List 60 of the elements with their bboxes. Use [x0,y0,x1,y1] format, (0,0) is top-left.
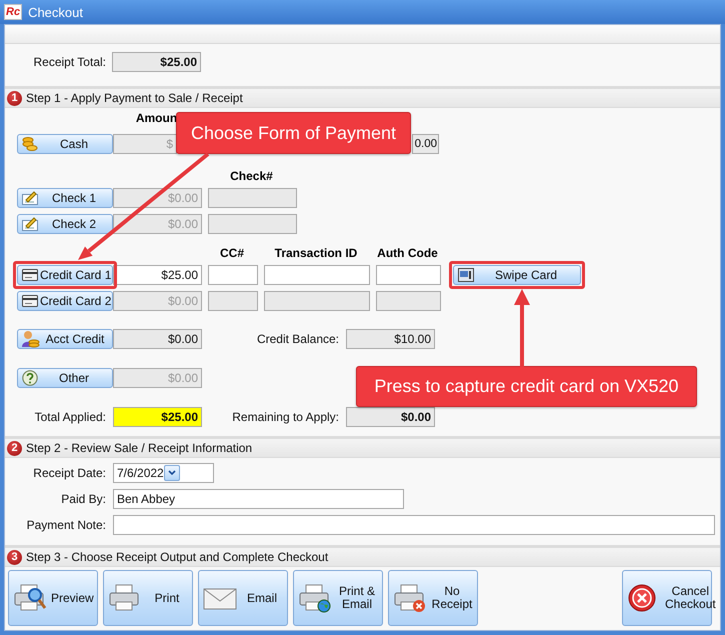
total-applied-field: $25.00 [113,407,202,427]
section-title: Step 3 - Choose Receipt Output and Complete Checkout [26,550,328,564]
swipe-card-button[interactable]: Swipe Card [453,265,581,285]
chevron-down-icon [168,470,176,476]
app-logo: Rc [4,4,22,20]
receipt-total-label: Receipt Total: [32,55,106,69]
check-pencil-icon [22,191,38,205]
step-number: 2 [7,440,22,456]
receipt-total-field: $25.00 [112,52,201,72]
step-number: 1 [7,90,22,106]
card-reader-icon [458,268,474,282]
window-title: Checkout [28,4,83,20]
amount-field[interactable]: $0.00 [113,329,202,349]
callout: Press to capture credit card on VX520 [356,366,697,407]
remaining-field: $0.00 [346,407,435,427]
output-button[interactable]: Preview [8,570,98,626]
step-number: 3 [7,550,22,564]
callout: Choose Form of Payment [176,112,411,154]
amount-field[interactable]: $25.00 [113,265,202,285]
paid-by-label: Paid By: [60,492,106,506]
question-icon [22,370,38,386]
column-header: Transaction ID [274,246,358,260]
person-coins-icon [22,330,40,348]
column-header: Amoun [134,111,178,125]
payment-note-field[interactable] [113,515,715,535]
printer-globe-icon [298,583,332,613]
dropdown-button[interactable] [164,465,180,481]
date-field[interactable]: 7/6/2022 [113,463,214,483]
column-header: Check# [229,169,274,183]
payment-button[interactable]: Acct Credit [17,329,113,349]
column-header: CC# [218,246,245,260]
check-number-field[interactable] [208,214,297,234]
card-number-field[interactable] [208,291,258,311]
payment-note-label: Payment Note: [26,518,106,532]
payment-button[interactable]: Credit Card 1 [17,265,113,285]
receipt-date-label: Receipt Date: [32,466,106,480]
remaining-label: Remaining to Apply: [231,410,339,424]
output-button[interactable]: No Receipt [388,570,478,626]
credit-balance-label: Credit Balance: [256,332,339,346]
printer-cross-icon [393,583,427,613]
total-applied-label: Total Applied: [34,410,106,424]
section-title: Step 1 - Apply Payment to Sale / Receipt [26,91,243,105]
auth-code-field[interactable] [376,291,441,311]
credit-balance-field: $10.00 [346,329,435,349]
card-icon [22,295,38,307]
section-title: Step 2 - Review Sale / Receipt Information [26,441,252,455]
check-pencil-icon [22,217,38,231]
transaction-id-field[interactable] [264,291,370,311]
output-button[interactable]: Print [103,570,193,626]
output-button[interactable]: Email [198,570,288,626]
transaction-id-field[interactable] [264,265,370,285]
card-icon [22,269,38,281]
coins-icon [22,136,38,152]
check-number-field[interactable] [208,188,297,208]
card-number-field[interactable] [208,265,258,285]
printer-magnifier-icon [13,583,47,613]
column-header: Auth Code [376,246,439,260]
output-button[interactable]: Print & Email [293,570,383,626]
paid-by-field[interactable]: Ben Abbey [113,489,404,509]
auth-code-field[interactable] [376,265,441,285]
